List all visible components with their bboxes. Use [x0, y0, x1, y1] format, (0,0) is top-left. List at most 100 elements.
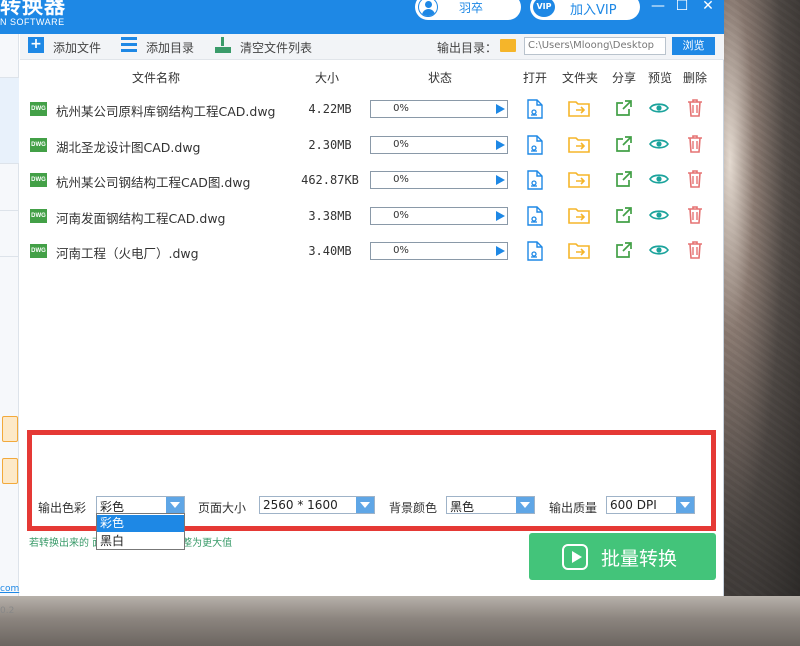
side-nav-item-active[interactable] — [0, 78, 19, 163]
chevron-down-icon[interactable] — [356, 497, 374, 513]
dwg-file-icon: DWG — [30, 173, 47, 187]
side-nav: com 0.2 — [0, 34, 19, 616]
add-directory-button[interactable]: 添加目录 — [146, 39, 194, 56]
preview-eye-icon[interactable] — [649, 208, 669, 228]
open-file-icon[interactable] — [526, 241, 546, 261]
chevron-down-icon[interactable] — [166, 497, 184, 513]
preview-eye-icon[interactable] — [649, 243, 669, 263]
col-status-header: 状态 — [428, 71, 453, 85]
clear-list-button[interactable]: 清空文件列表 — [240, 39, 312, 56]
vip-icon: VIP — [533, 0, 555, 17]
file-table-header: 文件名称 大小 状态 打开 文件夹 分享 预览 删除 — [20, 60, 724, 92]
file-name: 杭州某公司原料库钢结构工程CAD.dwg — [56, 104, 276, 119]
share-icon[interactable] — [615, 206, 635, 226]
start-conversion-icon[interactable] — [496, 210, 505, 221]
open-folder-icon[interactable] — [568, 135, 590, 155]
start-conversion-icon[interactable] — [496, 104, 505, 114]
clear-list-icon[interactable] — [215, 37, 231, 53]
table-row[interactable]: DWG 杭州某公司原料库钢结构工程CAD.dwg 4.22MB 0% — [20, 92, 724, 127]
converter-window: 转换器 N SOFTWARE 羽卒 VIP 加入VIP — ☐ ✕ com 0.… — [0, 0, 724, 616]
progress-text: 0% — [393, 245, 409, 256]
maximize-button[interactable]: ☐ — [671, 0, 693, 15]
col-preview-header: 预览 — [648, 71, 673, 85]
open-file-icon[interactable] — [526, 99, 546, 119]
user-account-button[interactable]: 羽卒 — [415, 0, 521, 20]
dwg-file-icon: DWG — [30, 102, 47, 116]
table-row[interactable]: DWG 湖北圣龙设计图CAD.dwg 2.30MB 0% — [20, 128, 724, 163]
table-row[interactable]: DWG 河南发面钢结构工程CAD.dwg 3.38MB 0% — [20, 199, 724, 234]
add-directory-icon[interactable] — [121, 37, 137, 53]
progress-text: 0% — [393, 209, 409, 221]
add-file-icon[interactable]: + — [28, 37, 44, 53]
conversion-progress-bar: 0% — [370, 135, 508, 154]
table-row[interactable]: DWG 杭州某公司钢结构工程CAD图.dwg 462.87KB 0% — [20, 163, 724, 198]
chevron-down-icon[interactable] — [676, 497, 694, 513]
open-folder-icon[interactable] — [568, 99, 590, 119]
side-nav-divider — [0, 256, 19, 257]
side-promo-icon[interactable] — [2, 416, 18, 442]
table-row[interactable]: DWG 河南工程（火电厂）.dwg 3.40MB 0% — [20, 234, 724, 269]
file-size: 2.30MB — [308, 137, 352, 152]
username: 羽卒 — [459, 1, 484, 15]
start-conversion-icon[interactable] — [496, 139, 505, 150]
open-file-icon[interactable] — [526, 205, 546, 226]
browse-button[interactable]: 浏览 — [672, 37, 715, 55]
col-open-header: 打开 — [523, 71, 548, 85]
dwg-file-icon: DWG — [30, 208, 47, 223]
output-color-dropdown: 彩色 黑白 — [96, 513, 185, 550]
side-promo-icon[interactable] — [2, 458, 18, 484]
open-file-icon[interactable] — [526, 134, 546, 155]
conversion-progress-bar: 0% — [370, 242, 508, 260]
col-share-header: 分享 — [612, 71, 637, 85]
share-icon[interactable] — [615, 135, 635, 155]
delete-trash-icon[interactable] — [687, 99, 707, 119]
website-link[interactable]: com — [0, 584, 19, 594]
dwg-file-icon: DWG — [30, 244, 47, 258]
delete-trash-icon[interactable] — [687, 205, 707, 226]
delete-trash-icon[interactable] — [687, 170, 707, 190]
progress-text: 0% — [393, 174, 409, 185]
add-file-button[interactable]: 添加文件 — [53, 39, 101, 56]
delete-trash-icon[interactable] — [687, 134, 707, 155]
output-dir-input[interactable]: C:\Users\Mloong\Desktop — [524, 37, 666, 55]
preview-eye-icon[interactable] — [649, 137, 669, 157]
chevron-down-icon[interactable] — [516, 497, 534, 513]
share-icon[interactable] — [615, 170, 635, 190]
output-dir-label: 输出目录： — [437, 41, 498, 55]
start-conversion-icon[interactable] — [496, 175, 505, 185]
color-option-bw[interactable]: 黑白 — [97, 533, 184, 550]
background-color-label: 背景颜色 — [389, 501, 438, 515]
share-icon[interactable] — [615, 99, 635, 119]
open-file-icon[interactable] — [526, 170, 546, 190]
folder-icon — [500, 39, 516, 52]
color-option-color[interactable]: 彩色 — [97, 515, 184, 532]
output-quality-select[interactable]: 600 DPI — [606, 496, 695, 514]
file-name: 湖北圣龙设计图CAD.dwg — [56, 139, 201, 155]
open-folder-icon[interactable] — [568, 241, 590, 261]
progress-text: 0% — [393, 103, 409, 114]
open-folder-icon[interactable] — [568, 170, 590, 190]
batch-convert-button[interactable]: 批量转换 — [529, 533, 716, 580]
preview-eye-icon[interactable] — [649, 101, 669, 121]
file-name: 杭州某公司钢结构工程CAD图.dwg — [56, 175, 251, 190]
col-name-header: 文件名称 — [132, 71, 181, 85]
start-conversion-icon[interactable] — [496, 246, 505, 256]
user-avatar-icon — [418, 0, 438, 17]
join-vip-label: 加入VIP — [570, 3, 617, 18]
page-size-select[interactable]: 2560 * 1600 — [259, 496, 375, 514]
app-subtitle: N SOFTWARE — [0, 17, 65, 27]
close-button[interactable]: ✕ — [697, 0, 719, 15]
delete-trash-icon[interactable] — [687, 241, 707, 261]
minimize-button[interactable]: — — [647, 0, 669, 15]
open-folder-icon[interactable] — [568, 206, 590, 226]
preview-eye-icon[interactable] — [649, 172, 669, 192]
col-size-header: 大小 — [315, 71, 340, 85]
share-icon[interactable] — [615, 241, 635, 261]
dwg-file-icon: DWG — [30, 137, 47, 152]
file-size: 4.22MB — [308, 102, 352, 116]
progress-text: 0% — [393, 138, 409, 150]
output-color-select[interactable]: 彩色 — [96, 496, 185, 514]
join-vip-button[interactable]: VIP 加入VIP — [530, 0, 640, 20]
background-color-select[interactable]: 黑色 — [446, 496, 535, 514]
batch-convert-label: 批量转换 — [601, 548, 678, 570]
